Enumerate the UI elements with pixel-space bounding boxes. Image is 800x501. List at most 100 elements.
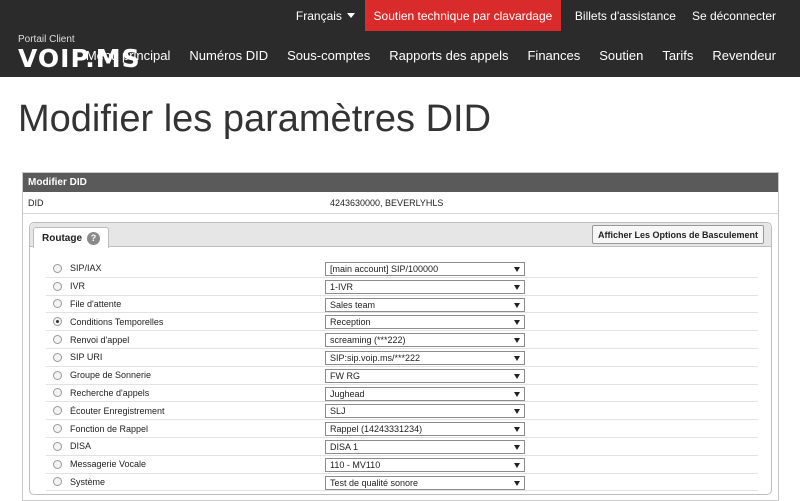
- option-label: Système: [70, 476, 106, 487]
- nav-revendeur[interactable]: Revendeur: [712, 48, 776, 63]
- language-label: Français: [295, 8, 342, 23]
- select-voicemail[interactable]: 110 - MV110: [325, 457, 525, 472]
- dropdown-arrow-icon: [514, 267, 520, 272]
- dropdown-arrow-icon: [514, 444, 520, 450]
- select-value: Reception: [330, 317, 371, 328]
- nav-numeros-did[interactable]: Numéros DID: [189, 48, 268, 63]
- radio-sip-iax[interactable]: [53, 263, 62, 273]
- main-nav: Menu principal Numéros DID Sous-comptes …: [67, 48, 776, 63]
- routing-options: SIP/IAX [main account] SIP/100000 IVR 1-…: [46, 260, 758, 492]
- chat-support-button[interactable]: Soutien technique par clavardage: [364, 0, 561, 31]
- edit-did-panel: Modifier DID DID 4243630000, BEVERLYHLS …: [22, 172, 779, 501]
- routing-option-callback: Fonction de Rappel Rappel (14243331234): [46, 420, 758, 438]
- logout-link[interactable]: Se déconnecter: [692, 9, 776, 23]
- radio-voicemail[interactable]: [53, 459, 62, 469]
- radio-sip-uri[interactable]: [53, 352, 62, 362]
- option-label: Groupe de Sonnerie: [70, 370, 152, 381]
- radio-call-hunting[interactable]: [53, 388, 62, 398]
- select-call-hunting[interactable]: Jughead: [325, 386, 525, 401]
- select-value: Jughead: [330, 388, 365, 399]
- nav-tarifs[interactable]: Tarifs: [662, 48, 693, 63]
- show-failover-button[interactable]: Afficher Les Options de Basculement: [591, 225, 764, 244]
- dropdown-arrow-icon: [514, 427, 520, 433]
- radio-disa[interactable]: [53, 441, 62, 451]
- nav-menu-principal[interactable]: Menu principal: [86, 48, 171, 63]
- routing-option-system: Système Test de qualité sonore: [46, 474, 758, 492]
- tab-routage-label: Routage: [42, 232, 82, 244]
- radio-call-forward[interactable]: [53, 335, 62, 345]
- select-value: 1-IVR: [330, 281, 354, 292]
- option-label: Messagerie Vocale: [70, 459, 147, 470]
- select-value: SIP:sip.voip.ms/***222: [330, 352, 421, 363]
- top-links: Français Soutien technique par clavardag…: [296, 0, 800, 31]
- tabs-bar: Routage ? Afficher Les Options de Bascul…: [30, 223, 771, 248]
- select-value: Sales team: [330, 299, 376, 310]
- help-icon[interactable]: ?: [87, 231, 100, 245]
- caret-down-icon: [346, 13, 355, 18]
- radio-queue[interactable]: [53, 299, 62, 309]
- dropdown-arrow-icon: [514, 302, 520, 308]
- select-time-conditions[interactable]: Reception: [325, 315, 525, 330]
- routing-option-ivr: IVR 1-IVR: [46, 278, 758, 296]
- select-system[interactable]: Test de qualité sonore: [325, 475, 525, 490]
- dropdown-arrow-icon: [514, 480, 520, 486]
- select-sip-iax[interactable]: [main account] SIP/100000: [325, 262, 525, 276]
- routing-option-sip-uri: SIP URI SIP:sip.voip.ms/***222: [46, 349, 758, 367]
- header-bar: Français Soutien technique par clavardag…: [0, 0, 800, 77]
- select-value: 110 - MV110: [330, 459, 381, 470]
- did-row: DID 4243630000, BEVERLYHLS: [23, 192, 778, 214]
- radio-ring-group[interactable]: [53, 370, 62, 380]
- option-label: Écouter Enregistrement: [70, 405, 165, 416]
- routing-option-disa: DISA DISA 1: [46, 438, 758, 456]
- select-call-forward[interactable]: screaming (***222): [325, 333, 525, 348]
- select-sip-uri[interactable]: SIP:sip.voip.ms/***222: [325, 350, 525, 365]
- nav-rapports-appels[interactable]: Rapports des appels: [389, 48, 508, 63]
- select-value: DISA 1: [330, 441, 359, 452]
- select-value: FW RG: [330, 370, 360, 381]
- option-label: Fonction de Rappel: [70, 423, 149, 434]
- nav-soutien[interactable]: Soutien: [599, 48, 643, 63]
- dropdown-arrow-icon: [514, 409, 520, 415]
- option-label: SIP URI: [70, 352, 103, 363]
- select-recording[interactable]: SLJ: [325, 404, 525, 419]
- panel-heading: Modifier DID: [23, 173, 778, 192]
- nav-sous-comptes[interactable]: Sous-comptes: [287, 48, 370, 63]
- routing-option-recording: Écouter Enregistrement SLJ: [46, 402, 758, 421]
- dropdown-arrow-icon: [514, 355, 520, 361]
- dropdown-arrow-icon: [514, 391, 520, 397]
- tickets-link[interactable]: Billets d'assistance: [575, 9, 676, 23]
- option-label: IVR: [70, 281, 86, 292]
- option-label: Recherche d'appels: [70, 387, 150, 398]
- language-selector[interactable]: Français: [296, 9, 355, 23]
- select-disa[interactable]: DISA 1: [325, 439, 525, 454]
- routing-option-time-conditions: Conditions Temporelles Reception: [46, 313, 758, 332]
- select-value: Rappel (14243331234): [330, 424, 423, 435]
- radio-system[interactable]: [53, 477, 62, 487]
- dropdown-arrow-icon: [514, 284, 520, 290]
- routing-option-call-forward: Renvoi d'appel screaming (***222): [46, 331, 758, 349]
- select-value: SLJ: [330, 406, 346, 417]
- did-value: 4243630000, BEVERLYHLS: [330, 197, 444, 208]
- radio-time-conditions[interactable]: [53, 317, 62, 327]
- radio-ivr[interactable]: [53, 281, 62, 291]
- radio-recording[interactable]: [53, 406, 62, 416]
- option-label: File d'attente: [70, 298, 122, 309]
- routing-option-queue: File d'attente Sales team: [46, 296, 758, 314]
- dropdown-arrow-icon: [514, 373, 520, 379]
- routing-option-voicemail: Messagerie Vocale 110 - MV110: [46, 456, 758, 474]
- dropdown-arrow-icon: [514, 462, 520, 468]
- select-queue[interactable]: Sales team: [325, 297, 525, 312]
- radio-callback[interactable]: [53, 424, 62, 434]
- tab-routage[interactable]: Routage ?: [33, 227, 109, 248]
- select-value: [main account] SIP/100000: [330, 264, 439, 274]
- select-callback[interactable]: Rappel (14243331234): [325, 422, 525, 437]
- select-value: Test de qualité sonore: [330, 477, 419, 488]
- nav-finances[interactable]: Finances: [527, 48, 580, 63]
- option-label: Renvoi d'appel: [70, 334, 130, 345]
- select-ivr[interactable]: 1-IVR: [325, 279, 525, 294]
- page-title: Modifier les paramètres DID: [18, 98, 492, 140]
- option-label: DISA: [70, 441, 92, 452]
- select-value: screaming (***222): [330, 335, 406, 346]
- select-ring-group[interactable]: FW RG: [325, 368, 525, 383]
- routing-option-call-hunting: Recherche d'appels Jughead: [46, 385, 758, 403]
